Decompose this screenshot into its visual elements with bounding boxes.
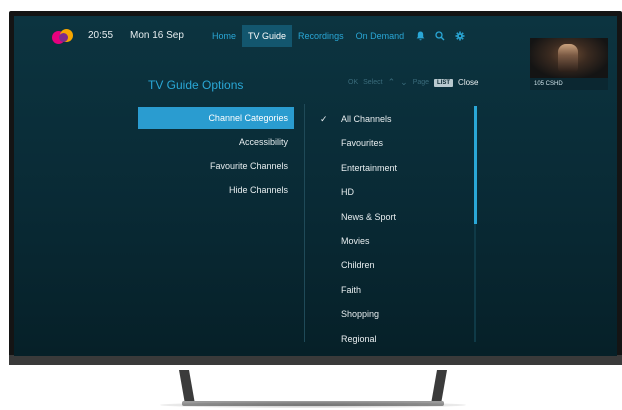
category-item[interactable]: ✓ All Channels bbox=[320, 107, 470, 131]
category-label: Regional bbox=[341, 333, 377, 344]
panel-title: TV Guide Options bbox=[148, 78, 244, 92]
category-item[interactable]: Regional bbox=[320, 327, 470, 351]
key-hints: OK Select ⌃ ⌄ Page LIST Close bbox=[348, 77, 479, 88]
tab-home[interactable]: Home bbox=[206, 25, 242, 47]
category-item[interactable]: Favourites bbox=[320, 131, 470, 155]
menu-item-channel-categories[interactable]: Channel Categories bbox=[138, 107, 294, 129]
category-label: News & Sport bbox=[341, 211, 397, 222]
category-label: Entertainment bbox=[341, 162, 398, 173]
chevron-down-icon: ⌄ bbox=[400, 77, 408, 87]
menu-item-hide-channels[interactable]: Hide Channels bbox=[138, 179, 294, 201]
tab-tv-guide[interactable]: TV Guide bbox=[242, 25, 293, 47]
logo-bubble-purple bbox=[59, 33, 68, 42]
category-label: Children bbox=[341, 260, 375, 271]
category-item[interactable]: HD bbox=[320, 180, 470, 204]
notification-bell-icon[interactable] bbox=[410, 25, 430, 47]
clock: 20:55 bbox=[88, 30, 114, 41]
category-label: Favourites bbox=[341, 138, 384, 149]
stand-leg-right bbox=[431, 370, 447, 404]
category-item[interactable]: Faith bbox=[320, 278, 470, 302]
category-item[interactable]: News & Sport bbox=[320, 205, 470, 229]
menu-item-accessibility[interactable]: Accessibility bbox=[138, 131, 294, 153]
category-label: Faith bbox=[341, 284, 362, 295]
scrollbar-thumb[interactable] bbox=[474, 106, 477, 224]
category-list: ✓ All Channels Favourites Entertainment H… bbox=[320, 107, 470, 351]
tab-recordings[interactable]: Recordings bbox=[292, 25, 350, 47]
main-nav: Home TV Guide Recordings On Demand bbox=[206, 25, 470, 47]
tv-stand bbox=[179, 370, 447, 406]
category-label: HD bbox=[341, 187, 354, 198]
options-menu: Channel Categories Accessibility Favouri… bbox=[138, 107, 294, 203]
category-item[interactable]: Movies bbox=[320, 229, 470, 253]
ok-key-hint: OK bbox=[348, 79, 359, 86]
tv-screen: 20:55 Mon 16 Sep Home TV Guide Recording… bbox=[14, 16, 617, 356]
preview-channel-label: 105 CSHD bbox=[530, 78, 608, 90]
category-item[interactable]: Shopping bbox=[320, 302, 470, 326]
close-hint-label[interactable]: Close bbox=[458, 78, 478, 87]
category-item[interactable]: Entertainment bbox=[320, 156, 470, 180]
check-icon: ✓ bbox=[320, 114, 328, 124]
chevron-up-icon: ⌃ bbox=[387, 77, 396, 87]
column-divider bbox=[304, 104, 305, 342]
category-label: Movies bbox=[341, 235, 370, 246]
search-icon[interactable] bbox=[430, 25, 450, 47]
top-bar: 20:55 Mon 16 Sep Home TV Guide Recording… bbox=[14, 16, 617, 90]
list-key-badge: LIST bbox=[434, 78, 454, 87]
category-label: Shopping bbox=[341, 309, 380, 320]
page-hint-label: Page bbox=[412, 79, 430, 86]
tab-on-demand[interactable]: On Demand bbox=[350, 25, 411, 47]
select-hint-label: Select bbox=[363, 79, 383, 86]
menu-item-favourite-channels[interactable]: Favourite Channels bbox=[138, 155, 294, 177]
preview-figure bbox=[558, 44, 578, 72]
stand-leg-left bbox=[179, 370, 195, 404]
settings-gear-icon[interactable] bbox=[450, 25, 470, 47]
brand-logo bbox=[52, 29, 76, 45]
tv-bottom-bezel bbox=[9, 355, 622, 365]
category-item[interactable]: Children bbox=[320, 253, 470, 277]
date: Mon 16 Sep bbox=[130, 30, 184, 41]
live-preview-thumbnail[interactable]: 105 CSHD bbox=[530, 38, 608, 90]
category-label: All Channels bbox=[341, 114, 392, 124]
stand-shadow bbox=[160, 402, 466, 408]
